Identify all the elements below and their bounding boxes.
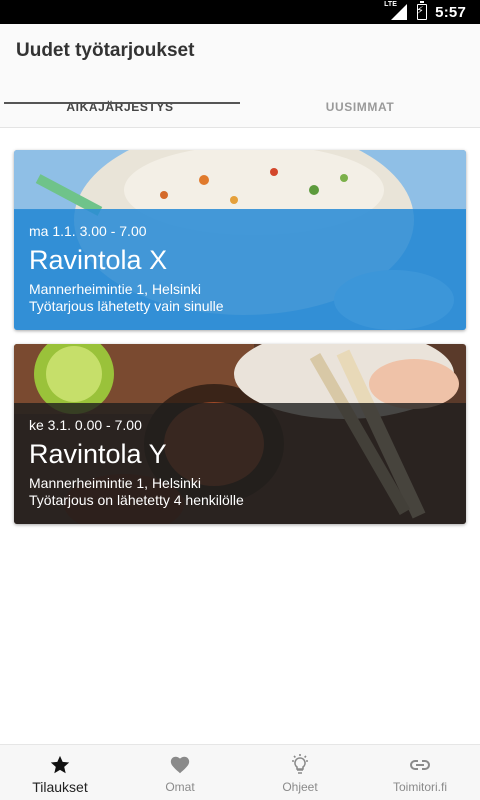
card-info-overlay: ke 3.1. 0.00 - 7.00 Ravintola Y Mannerhe… (14, 403, 466, 524)
card-offer-note: Työtarjous on lähetetty 4 henkilölle (29, 492, 244, 508)
status-icons: LTE 5:57 (384, 1, 466, 22)
nav-item-ohjeet[interactable]: Ohjeet (240, 745, 360, 800)
lightbulb-icon (288, 753, 312, 777)
card-restaurant-name: Ravintola Y (29, 439, 167, 469)
link-icon (408, 753, 432, 777)
nav-label: Omat (165, 780, 195, 794)
status-bar: LTE 5:57 (0, 0, 480, 24)
nav-item-toimitori[interactable]: Toimitori.fi (360, 745, 480, 800)
signal-icon: LTE (384, 1, 409, 21)
network-type: LTE (384, 1, 397, 8)
bottom-navigation: Tilaukset Omat Ohjeet Toimitori.fi (0, 744, 480, 800)
card-time: ma 1.1. 3.00 - 7.00 (29, 223, 147, 239)
star-icon (49, 753, 71, 777)
heart-icon (169, 753, 191, 777)
card-address: Mannerheimintie 1, Helsinki (29, 281, 201, 297)
nav-label: Ohjeet (282, 780, 318, 794)
nav-item-omat[interactable]: Omat (120, 745, 240, 800)
card-restaurant-name: Ravintola X (29, 245, 168, 275)
tab-uusimmat[interactable]: UUSIMMAT (240, 86, 480, 128)
page-title: Uudet työtarjoukset (16, 40, 195, 61)
nav-item-tilaukset[interactable]: Tilaukset (0, 745, 120, 800)
card-info-overlay: ma 1.1. 3.00 - 7.00 Ravintola X Mannerhe… (14, 209, 466, 330)
active-tab-indicator (4, 102, 240, 104)
nav-label: Tilaukset (32, 779, 88, 795)
battery-charging-icon (416, 1, 428, 20)
status-time: 5:57 (435, 3, 466, 21)
card-offer-note: Työtarjous lähetetty vain sinulle (29, 298, 224, 314)
job-offer-card-ravintola-y[interactable]: ke 3.1. 0.00 - 7.00 Ravintola Y Mannerhe… (14, 344, 466, 524)
card-address: Mannerheimintie 1, Helsinki (29, 475, 201, 491)
nav-label: Toimitori.fi (392, 780, 447, 794)
card-time: ke 3.1. 0.00 - 7.00 (29, 417, 142, 433)
tab-bar: AIKAJÄRJESTYS UUSIMMAT (0, 86, 480, 128)
app-bar: Uudet työtarjoukset AIKAJÄRJESTYS UUSIMM… (0, 24, 480, 128)
tab-aikajarjestys[interactable]: AIKAJÄRJESTYS (0, 86, 240, 128)
job-offer-card-ravintola-x[interactable]: ma 1.1. 3.00 - 7.00 Ravintola X Mannerhe… (14, 150, 466, 330)
tabs-divider (0, 127, 480, 128)
